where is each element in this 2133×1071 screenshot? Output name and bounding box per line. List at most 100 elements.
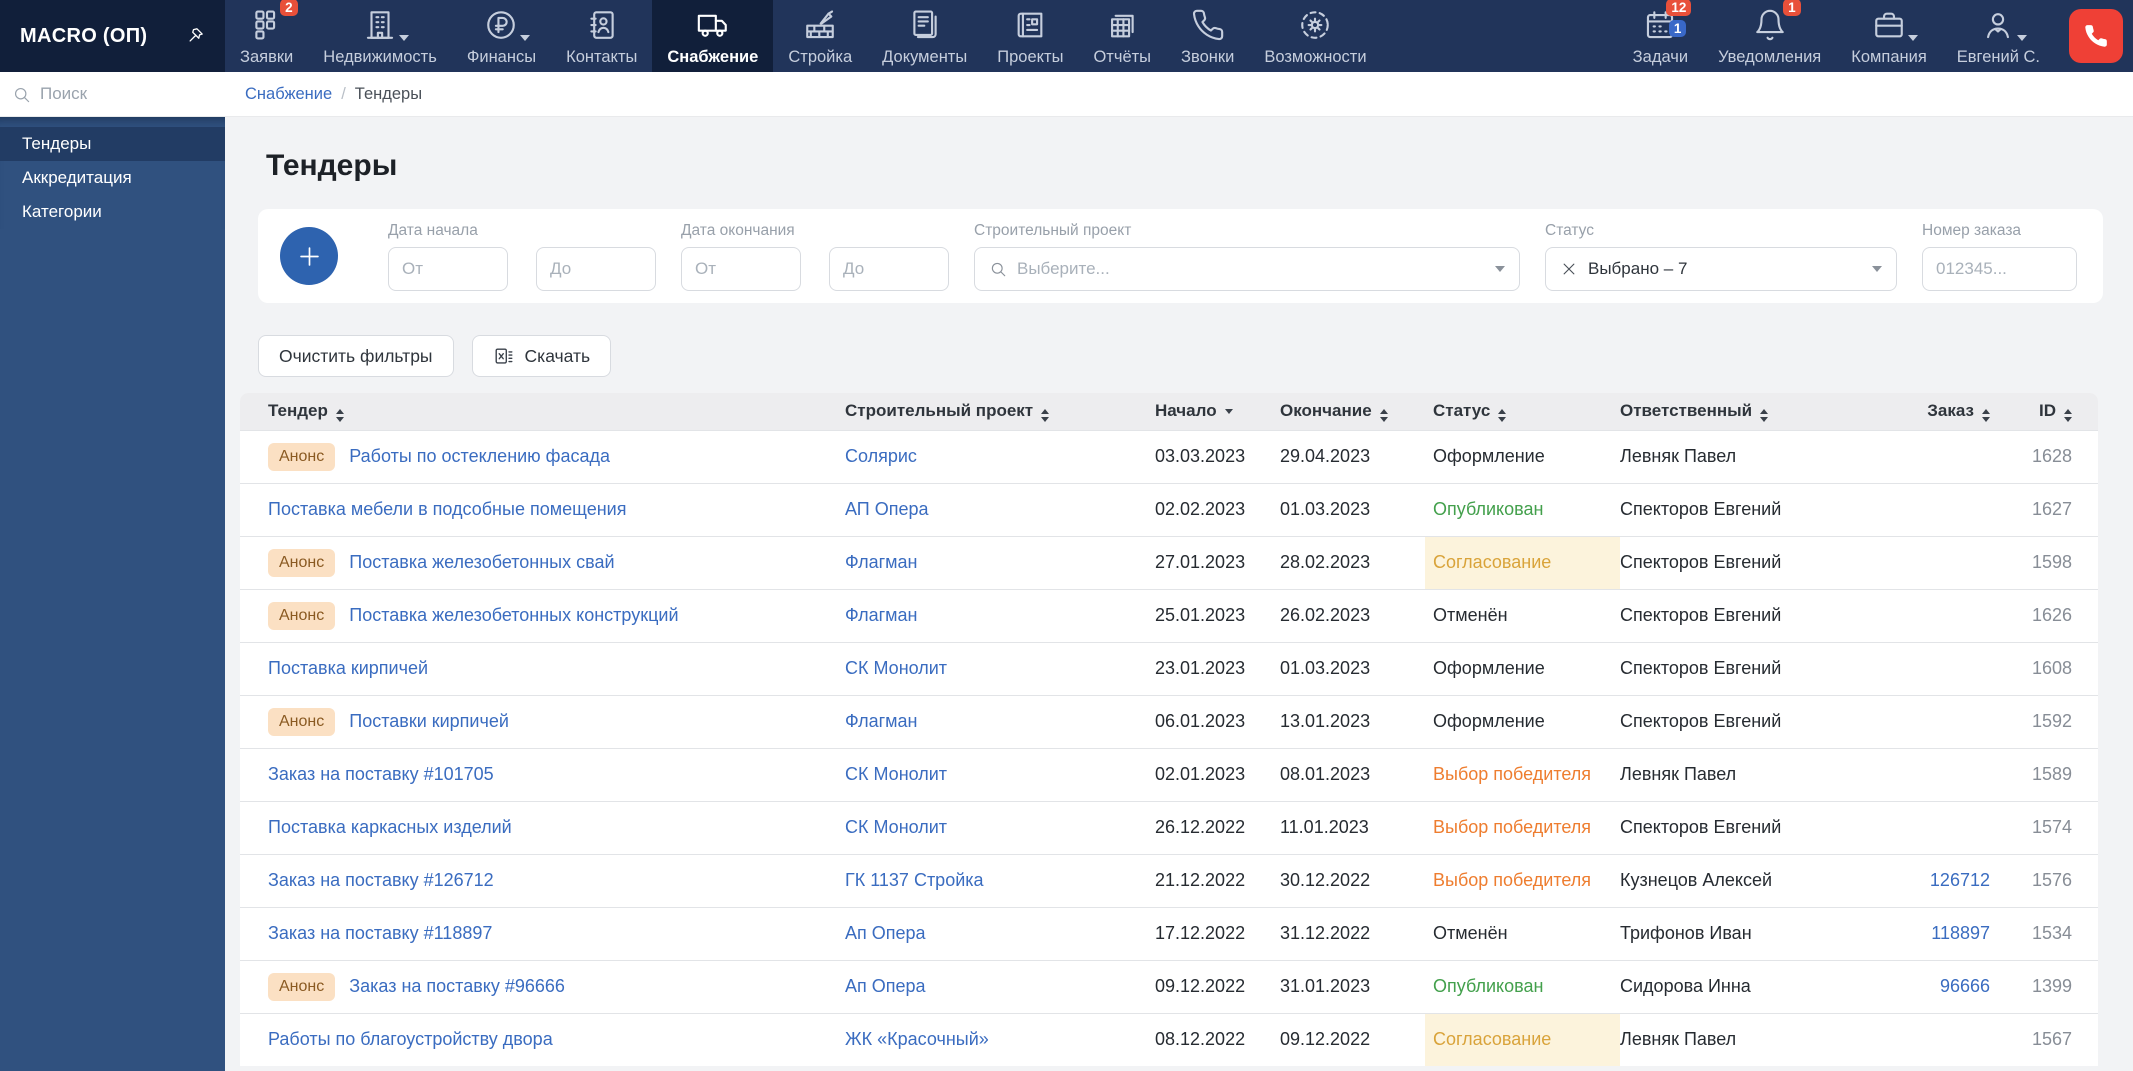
column-header-order[interactable]: Заказ [1875, 393, 2010, 430]
nav-item-company[interactable]: Компания [1836, 0, 1942, 72]
briefcase-icon [1872, 8, 1906, 42]
project-link[interactable]: АП Опера [845, 499, 929, 519]
tender-link[interactable]: Поставка кирпичей [268, 658, 428, 678]
nav-item-features[interactable]: Возможности [1249, 0, 1381, 72]
column-header-id[interactable]: ID [2010, 393, 2098, 430]
column-header-project[interactable]: Строительный проект [845, 393, 1155, 430]
download-button[interactable]: Скачать [471, 335, 612, 377]
tender-link[interactable]: Поставка каркасных изделий [268, 817, 512, 837]
project-link[interactable]: СК Монолит [845, 817, 947, 837]
clear-filters-button[interactable]: Очистить фильтры [258, 335, 454, 377]
tasks-secondary-badge: 1 [1668, 19, 1687, 37]
project-link[interactable]: Ап Опера [845, 976, 926, 996]
id-cell: 1399 [2010, 959, 2098, 1013]
order-link[interactable]: 96666 [1940, 976, 1990, 996]
nav-item-documents[interactable]: Документы [867, 0, 982, 72]
nav-item-reports[interactable]: Отчёты [1078, 0, 1166, 72]
nav-item-user-menu[interactable]: Евгений С. [1942, 0, 2055, 72]
order-link[interactable]: 118897 [1931, 923, 1990, 943]
column-header-start[interactable]: Начало [1155, 393, 1280, 430]
table-row: Поставка кирпичей СК Монолит 23.01.2023 01.… [240, 641, 2098, 695]
tender-link[interactable]: Поставка железобетонных свай [349, 552, 614, 572]
breadcrumb-link-supplies[interactable]: Снабжение [245, 85, 332, 104]
nav-item-construction[interactable]: Стройка [773, 0, 867, 72]
project-link[interactable]: ЖК «Красочный» [845, 1029, 989, 1049]
blueprint-icon [1013, 8, 1047, 42]
download-label: Скачать [524, 345, 591, 366]
bell-icon [1753, 8, 1787, 42]
tender-link[interactable]: Заказ на поставку #96666 [349, 976, 565, 996]
chevron-down-icon [520, 34, 531, 41]
sort-icon [1379, 408, 1388, 422]
project-link[interactable]: Флагман [845, 605, 918, 625]
project-cell: Солярис [845, 429, 1155, 483]
tasks-count-badge: 12 [1666, 0, 1692, 16]
project-select[interactable]: Выберите... [974, 246, 1520, 291]
project-link[interactable]: Флагман [845, 552, 918, 572]
table-row: Заказ на поставку #126712 ГК 1137 Стройка… [240, 853, 2098, 907]
clear-filters-label: Очистить фильтры [279, 345, 433, 366]
tender-link[interactable]: Заказ на поставку #118897 [268, 923, 492, 943]
start-date-cell: 25.01.2023 [1155, 588, 1280, 642]
column-header-responsible[interactable]: Ответственный [1620, 393, 1875, 430]
tender-link[interactable]: Работы по благоустройству двора [268, 1029, 553, 1049]
id-cell: 1567 [2010, 1012, 2098, 1066]
date-end-from-input[interactable] [681, 246, 801, 291]
building-icon [363, 8, 397, 42]
table-row: Работы по благоустройству двора ЖК «Красо… [240, 1012, 2098, 1066]
nav-item-projects[interactable]: Проекты [982, 0, 1078, 72]
tender-link[interactable]: Заказ на поставку #126712 [268, 870, 494, 890]
nav-item-requests[interactable]: 2 Заявки [225, 0, 308, 72]
nav-item-realty[interactable]: Недвижимость [308, 0, 452, 72]
nav-item-contacts[interactable]: Контакты [551, 0, 652, 72]
sidebar-item-categories[interactable]: Категории [0, 195, 225, 229]
project-link[interactable]: ГК 1137 Стройка [845, 870, 984, 890]
start-date-cell: 03.03.2023 [1155, 429, 1280, 483]
project-select-placeholder: Выберите... [1017, 258, 1110, 278]
plus-icon [296, 243, 323, 270]
tender-cell: Заказ на поставку #118897 [240, 906, 845, 960]
nav-item-tasks[interactable]: 12 1 Задачи [1618, 0, 1703, 72]
add-tender-button[interactable] [280, 227, 338, 285]
requests-count-badge: 2 [280, 0, 298, 16]
project-link[interactable]: СК Монолит [845, 764, 947, 784]
project-link[interactable]: Флагман [845, 711, 918, 731]
chevron-down-icon [2017, 34, 2028, 41]
sidebar-item-accreditation[interactable]: Аккредитация [0, 161, 225, 195]
date-start-to-input[interactable] [536, 246, 656, 291]
nav-item-notifications[interactable]: 1 Уведомления [1703, 0, 1836, 72]
end-date-cell: 31.12.2022 [1280, 906, 1425, 960]
end-date-cell: 09.12.2022 [1280, 1012, 1425, 1066]
sidebar-search-input[interactable] [40, 84, 213, 104]
nav-item-label: Возможности [1264, 47, 1367, 66]
clear-x-icon[interactable] [1560, 260, 1578, 278]
pin-icon[interactable] [184, 26, 205, 47]
column-header-status[interactable]: Статус [1425, 393, 1620, 430]
tender-link[interactable]: Поставка железобетонных конструкций [349, 605, 678, 625]
order-cell [1875, 641, 2010, 695]
project-link[interactable]: Ап Опера [845, 923, 926, 943]
nav-item-label: Евгений С. [1956, 47, 2040, 66]
status-cell: Оформление [1425, 429, 1620, 483]
nav-item-calls[interactable]: Звонки [1166, 0, 1249, 72]
column-header-end[interactable]: Окончание [1280, 393, 1425, 430]
project-link[interactable]: СК Монолит [845, 658, 947, 678]
start-date-cell: 23.01.2023 [1155, 641, 1280, 695]
tender-link[interactable]: Заказ на поставку #101705 [268, 764, 494, 784]
order-number-input[interactable] [1922, 246, 2077, 291]
status-select[interactable]: Выбрано – 7 [1545, 246, 1897, 291]
call-button[interactable] [2069, 9, 2123, 63]
nav-item-supplies[interactable]: Снабжение [652, 0, 774, 72]
tender-link[interactable]: Работы по остеклению фасада [349, 446, 610, 466]
announce-badge: Анонс [268, 707, 336, 736]
tender-link[interactable]: Поставка мебели в подсобные помещения [268, 499, 626, 519]
nav-item-finance[interactable]: Финансы [452, 0, 551, 72]
app-logo[interactable]: MACRO (ОП) [0, 0, 225, 72]
order-link[interactable]: 126712 [1930, 870, 1990, 890]
sidebar-item-tenders[interactable]: Тендеры [0, 127, 225, 161]
tender-link[interactable]: Поставки кирпичей [349, 711, 509, 731]
date-start-from-input[interactable] [388, 246, 508, 291]
column-header-tender[interactable]: Тендер [240, 393, 845, 430]
project-link[interactable]: Солярис [845, 446, 917, 466]
date-end-to-input[interactable] [829, 246, 949, 291]
